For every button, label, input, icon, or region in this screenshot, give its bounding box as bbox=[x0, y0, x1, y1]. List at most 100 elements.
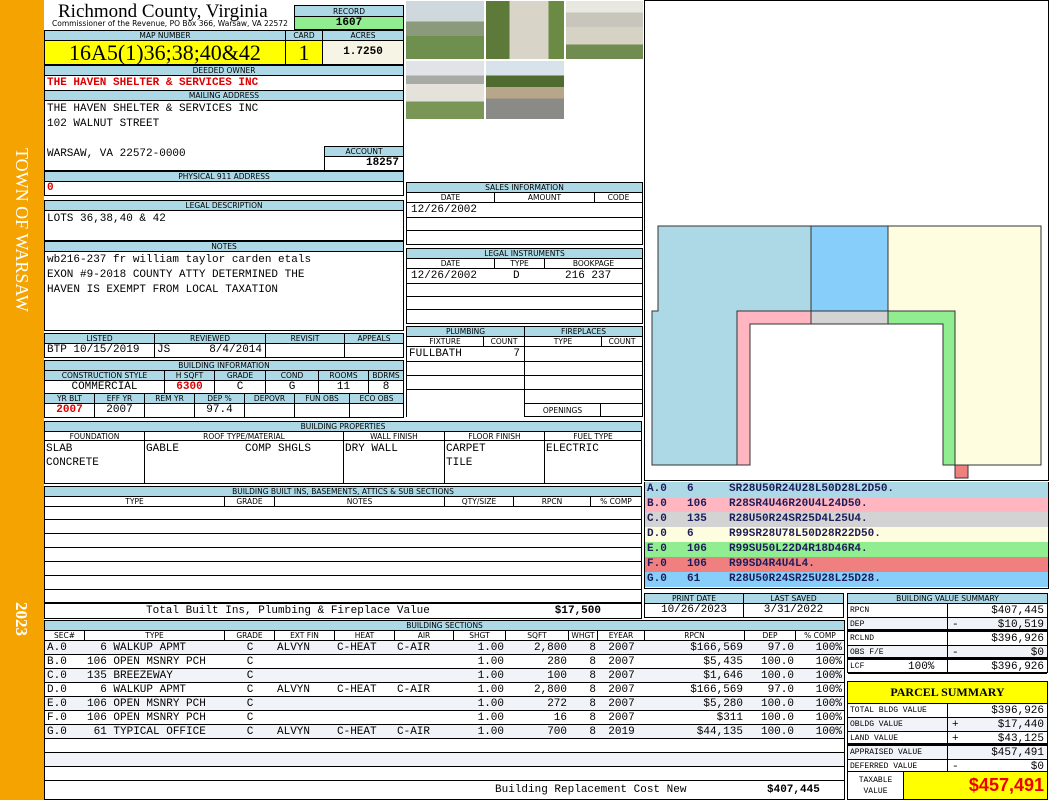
sketch-section-c bbox=[810, 310, 889, 325]
sections-column-header: EYEAR bbox=[598, 631, 645, 640]
summary-value: $396,926 bbox=[991, 633, 1044, 645]
legend-code: 106 bbox=[687, 543, 707, 555]
taxable-value: $457,491 bbox=[903, 771, 1048, 800]
property-photo-2[interactable] bbox=[485, 0, 565, 60]
section-cell bbox=[335, 697, 395, 710]
legend-vector: R99SU50L22D4R18D46R4. bbox=[729, 543, 868, 555]
section-cell: 272 bbox=[547, 698, 567, 710]
instrument-bookpage-value: 216 237 bbox=[565, 270, 612, 282]
notes-line-1: wb216-237 fr william taylor carden etals bbox=[47, 254, 312, 266]
table-row: E.0 106 OPEN MSNRY PCH C 1.00 272 8 2007 $5,280… bbox=[45, 697, 844, 711]
summary-sign: - bbox=[952, 647, 959, 659]
builtins-column-header: TYPE bbox=[45, 497, 225, 506]
section-cell: C.0 bbox=[47, 670, 67, 682]
section-cell: C-AIR bbox=[397, 684, 431, 696]
revisit-value bbox=[265, 343, 345, 358]
parcel-summary-label: PARCEL SUMMARY bbox=[847, 681, 1048, 704]
section-cell: 1.00 bbox=[477, 684, 504, 696]
building-properties-box: FOUNDATION ROOF TYPE/MATERIAL WALL FINIS… bbox=[44, 431, 642, 484]
section-cell: 2007 bbox=[608, 712, 635, 724]
section-cell: C bbox=[246, 670, 254, 682]
replacement-cost-label: Building Replacement Cost New bbox=[495, 784, 687, 796]
sales-code-header: CODE bbox=[607, 193, 630, 202]
property-photo-1[interactable] bbox=[405, 0, 485, 60]
builtins-column-header: GRADE bbox=[225, 497, 275, 506]
legal-description-value: LOTS 36,38,40 & 42 bbox=[44, 210, 404, 241]
section-cell bbox=[395, 655, 454, 668]
section-cell: 106 OPEN MSNRY PCH bbox=[87, 698, 206, 710]
summary-label: OBLDG VALUE bbox=[850, 720, 903, 729]
legend-section: G.0 bbox=[647, 573, 667, 585]
section-cell: C bbox=[246, 642, 254, 654]
summary-row: TOTAL BLDG VALUE $396,926 bbox=[848, 704, 1047, 718]
dep-pct-value: 97.4 bbox=[195, 404, 245, 417]
fireplace-count-header: COUNT bbox=[608, 337, 636, 346]
legend-row: G.0 61 R28U50R24SR25U28L25D28. bbox=[645, 572, 1048, 587]
town-label: TOWN OF WARSAW bbox=[12, 148, 32, 312]
fuel-type-label: FUEL TYPE bbox=[545, 432, 641, 441]
fireplaces-table: TYPE COUNT OPENINGS bbox=[524, 336, 643, 417]
section-cell: 8 bbox=[589, 642, 596, 654]
notes-line-2: EXON #9-2018 COUNTY ATTY DETERMINED THE bbox=[47, 269, 305, 281]
builtins-column-header: % COMP bbox=[600, 497, 632, 506]
legend-vector: R28U50R24SR25D4L25U4. bbox=[729, 513, 868, 525]
legend-section: F.0 bbox=[647, 558, 667, 570]
section-cell: 100.0 bbox=[760, 726, 794, 738]
section-cell: 1.00 bbox=[477, 726, 504, 738]
roof-type-value: GABLE bbox=[146, 443, 180, 455]
fixture-value: FULLBATH bbox=[409, 348, 462, 360]
legend-section: C.0 bbox=[647, 513, 667, 525]
property-photo-5[interactable] bbox=[485, 60, 565, 120]
section-cell: D.0 bbox=[47, 684, 67, 696]
summary-value: $43,125 bbox=[997, 733, 1044, 745]
taxable-value-label: TAXABLE VALUE bbox=[847, 771, 904, 800]
builtins-total-value: $17,500 bbox=[554, 605, 601, 617]
notes-box: wb216-237 fr william taylor carden etals… bbox=[44, 251, 404, 331]
property-photo-4[interactable] bbox=[405, 60, 485, 120]
summary-sign: - bbox=[952, 619, 959, 631]
summary-divider bbox=[947, 646, 948, 657]
section-cell: 100% bbox=[815, 656, 842, 668]
legend-code: 6 bbox=[687, 483, 694, 495]
summary-label: TOTAL BLDG VALUE bbox=[850, 706, 927, 715]
section-cell: 100% bbox=[815, 726, 842, 738]
cond-value: G bbox=[266, 381, 319, 394]
summary-divider bbox=[947, 746, 948, 759]
section-cell bbox=[395, 697, 454, 710]
plumbing-count-value: 7 bbox=[513, 348, 520, 360]
floor-finish-value-2: TILE bbox=[446, 457, 473, 469]
section-cell: 8 bbox=[589, 698, 596, 710]
section-cell bbox=[395, 711, 454, 724]
section-cell: 100.0 bbox=[760, 670, 794, 682]
section-cell: C bbox=[246, 712, 254, 724]
summary-label: RCLND bbox=[850, 634, 875, 643]
sections-column-header: GRADE bbox=[225, 631, 275, 640]
legend-section: D.0 bbox=[647, 528, 667, 540]
plumbing-table: FIXTURE COUNT FULLBATH 7 bbox=[406, 336, 525, 417]
section-cell: 100% bbox=[815, 684, 842, 696]
foundation-value-2: CONCRETE bbox=[46, 457, 99, 469]
property-photo-3[interactable] bbox=[565, 0, 644, 60]
section-cell: E.0 bbox=[47, 698, 67, 710]
wall-finish-label: WALL FINISH bbox=[344, 432, 445, 441]
summary-label: RPCN bbox=[850, 606, 870, 615]
summary-row: OBS F/E - $0 bbox=[848, 646, 1047, 660]
section-cell: C bbox=[246, 726, 254, 738]
grade-value: C bbox=[215, 381, 266, 394]
builtins-column-header: NOTES bbox=[275, 497, 445, 506]
legend-code: 106 bbox=[687, 558, 707, 570]
section-cell: F.0 bbox=[47, 712, 67, 724]
legend-vector: SR28U50R24U28L50D28L2D50. bbox=[729, 483, 895, 495]
section-cell: 2,800 bbox=[533, 684, 567, 696]
table-row: G.0 61 TYPICAL OFFICE C ALVYN C-HEAT C-AIR 1.… bbox=[45, 725, 844, 739]
instrument-date-value: 12/26/2002 bbox=[411, 270, 478, 282]
section-cell: 2007 bbox=[608, 656, 635, 668]
sections-column-header: AIR bbox=[395, 631, 454, 640]
summary-row: RPCN $407,445 bbox=[848, 604, 1047, 618]
section-cell bbox=[335, 711, 395, 724]
section-cell: 700 bbox=[547, 726, 567, 738]
legend-code: 6 bbox=[687, 528, 694, 540]
side-strip: TOWN OF WARSAW 2023 bbox=[0, 0, 44, 800]
replacement-cost-value: $407,445 bbox=[767, 784, 820, 796]
dep-pct-label: DEP % bbox=[195, 394, 245, 403]
